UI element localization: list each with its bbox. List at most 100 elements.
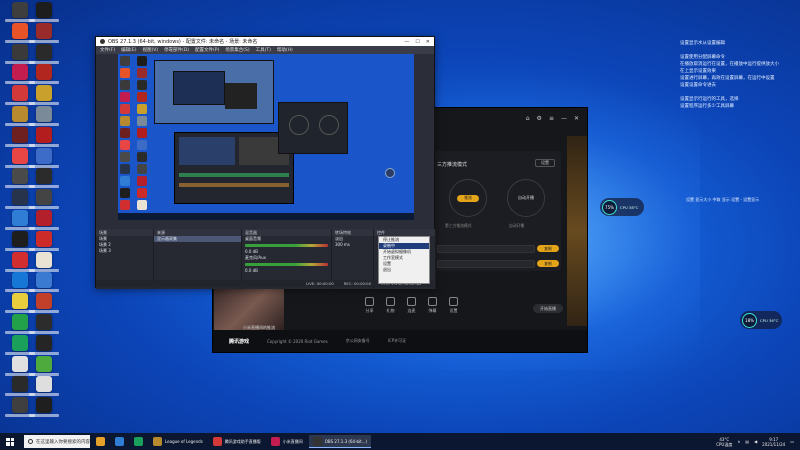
preview-icon [137,152,147,162]
panel-settings-button[interactable]: 设置 [535,159,555,167]
cpu-temp-tray[interactable]: 43°C CPU温度 [716,437,732,447]
live-tool-button[interactable]: 弹幕 [428,297,437,314]
preview-icon [120,80,130,90]
chevron-up-icon[interactable]: ∧ [737,439,740,444]
push-circle[interactable]: 推流 [449,179,487,217]
desktop-shortcut[interactable] [29,397,59,425]
network-icon[interactable]: ▤ [745,439,749,444]
controls-header: 控件 [374,229,435,236]
perf-widget[interactable]: 75% CPU 38°C [600,198,644,216]
maximize-icon[interactable]: ☐ [415,39,419,45]
preview-icon [120,140,130,150]
taskbar-search[interactable]: 在这里输入你要搜索的内容 [24,435,90,448]
perf-widget-secondary[interactable]: 18% CPU 36°C [740,311,782,329]
taskbar-app-button[interactable]: 小米直播间 [267,435,307,448]
copy-key-button[interactable]: 复制 [537,260,559,267]
app-icon [12,251,28,268]
preview-icon [137,176,147,186]
app-label: OBS 27.1.3 (64-bit...) [324,438,368,444]
app-icon [12,64,28,81]
icon-label [29,164,59,168]
start-live-button[interactable]: 开始直播 [533,304,563,313]
app-icon [36,2,52,18]
minimize-icon[interactable]: — [561,115,567,122]
obs-menu-item[interactable]: 场景集合(S) [225,47,249,53]
rec-time: REC: 00:00:00 [343,281,372,286]
obs-menu-item[interactable]: 编辑(E) [121,47,136,53]
note-line: 在上显示设置效果 [680,69,716,74]
auto-live-desc: 自动开播 [509,223,525,228]
audio-meter [245,244,328,247]
stream-key-field[interactable] [437,260,535,268]
volume-icon[interactable]: ◀ [754,439,757,444]
close-icon[interactable]: ✕ [426,39,430,45]
taskbar-app-button[interactable]: OBS 27.1.3 (64-bit...) [308,435,372,448]
app-icon [36,106,52,122]
mixer-track-name: 桌面音频 [245,236,261,241]
home-icon[interactable]: ⌂ [526,115,530,122]
app-icon [36,230,52,247]
auto-live-circle[interactable]: 自动开播 [507,179,545,217]
app-icon [12,2,28,18]
obs-menu-item[interactable]: 帮助(H) [277,47,293,53]
app-label: 小米直播间 [282,438,303,444]
live-tool-button[interactable]: 连麦 [407,297,416,314]
settings-icon[interactable]: ⚙ [537,115,542,122]
scene-item[interactable]: 场景 3 [96,248,153,254]
live-tool-button[interactable]: 设置 [449,297,458,314]
start-button[interactable] [0,433,20,450]
note-line [680,89,790,96]
taskbar-app-button[interactable] [130,435,147,448]
taskbar-app-button[interactable] [111,435,128,448]
obs-menu-item[interactable]: 工具(T) [256,47,271,53]
copy-url-button[interactable]: 复制 [537,245,559,252]
preview-icon [120,128,130,138]
live-tool-button[interactable]: 礼物 [386,297,395,314]
notification-icon[interactable]: ▭ [790,439,794,444]
context-menu-item[interactable]: 退出 [379,267,429,273]
app-icon [36,334,52,351]
audio-meter [245,263,328,266]
taskbar-app-button[interactable]: 腾讯游戏助手直播版 [209,435,265,448]
taskbar-app-button[interactable] [92,435,109,448]
obs-menu-item[interactable]: 配置文件(P) [195,47,219,53]
app-icon [115,437,124,446]
taskbar-app-button[interactable]: League of Legends [149,435,207,448]
preview-window [154,60,274,124]
obs-menu-item[interactable]: 文件(F) [100,47,115,53]
server-url-field[interactable] [437,245,535,253]
app-icon [36,251,52,268]
obs-menu-item[interactable]: 停靠部件(D) [164,47,189,53]
scenes-header: 场景 [96,229,153,236]
tool-icon [386,297,395,306]
menu-icon[interactable]: ≡ [549,115,554,122]
preview-icon [137,80,147,90]
windows-logo-icon [6,437,14,446]
app-icon [96,437,105,446]
app-icon [36,64,52,81]
icon-label [29,81,59,85]
app-label: 腾讯游戏助手直播版 [224,438,261,444]
obs-title-bar[interactable]: OBS 27.1.3 (64-bit, windows) - 配置文件: 未命名… [96,37,434,46]
app-icon [153,437,162,446]
close-icon[interactable]: ✕ [574,115,579,122]
app-icon [36,376,52,393]
obs-preview-canvas[interactable] [118,54,414,220]
obs-menu-item[interactable]: 视图(V) [142,47,158,53]
cpu-gauge: 75% [602,199,617,215]
search-placeholder: 在这里输入你要搜索的内容 [36,439,90,445]
sources-header: 来源 [154,229,241,236]
transition-duration[interactable]: 300 ms [332,242,373,248]
preview-icon [137,200,147,210]
app-icon [312,436,322,446]
minimize-icon[interactable]: — [404,39,409,45]
app-icon [12,147,28,164]
live-tool-button[interactable]: 分享 [365,297,374,314]
preview-taskbar [118,213,414,220]
source-item[interactable]: 显示器采集 [154,236,241,242]
app-icon [12,230,28,247]
clock[interactable]: 9:17 2021/11/24 [762,437,785,447]
clock-date: 2021/11/24 [762,441,786,447]
copyright-text: Copyright © 2020 Riot Games [267,338,328,344]
assistant-footer: 腾讯游戏 Copyright © 2020 Riot Games 京公网安备号 … [213,330,587,352]
